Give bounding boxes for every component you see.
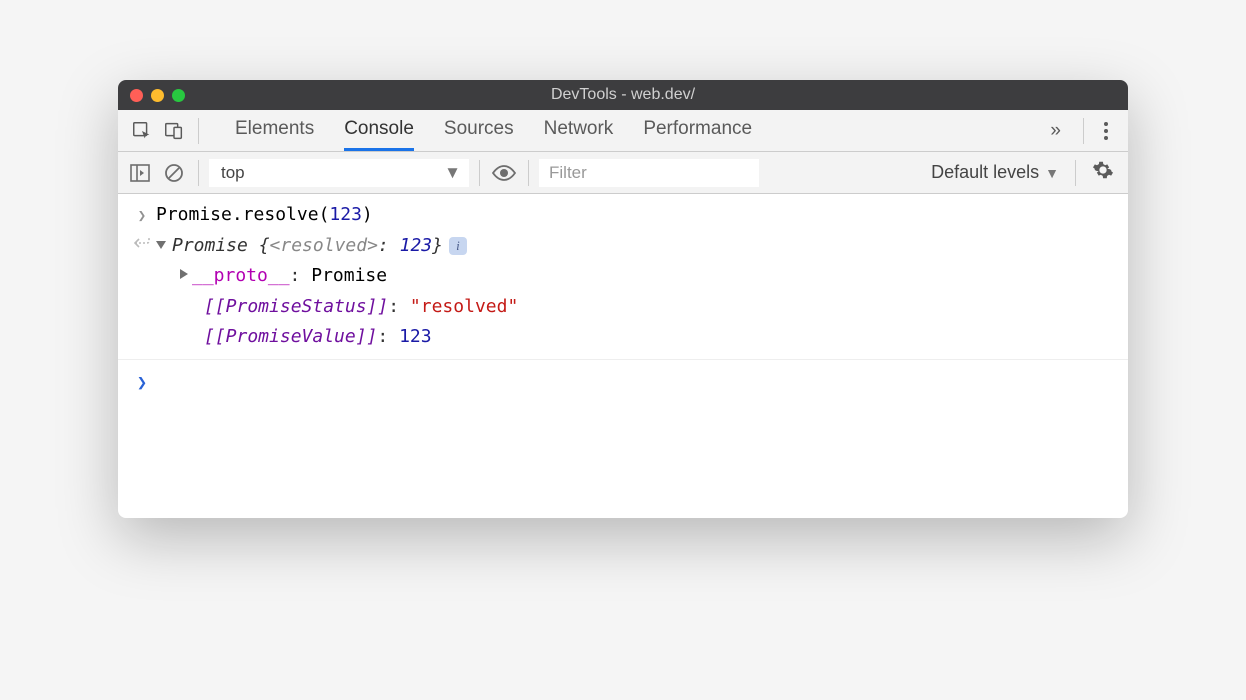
- prompt-chevron-icon: ❯: [128, 366, 156, 398]
- separator: [479, 160, 480, 186]
- info-icon[interactable]: i: [449, 237, 467, 255]
- separator: [198, 160, 199, 186]
- titlebar: DevTools - web.dev/: [118, 80, 1128, 110]
- collapse-arrow-icon[interactable]: [156, 241, 166, 249]
- tab-elements[interactable]: Elements: [235, 110, 314, 151]
- traffic-lights: [130, 89, 185, 102]
- object-header[interactable]: Promise {<resolved>: 123}i: [156, 231, 1118, 262]
- log-levels-selector[interactable]: Default levels ▼: [931, 162, 1059, 183]
- window-title: DevTools - web.dev/: [118, 86, 1128, 104]
- tab-network[interactable]: Network: [544, 110, 614, 151]
- live-expression-icon[interactable]: [490, 159, 518, 187]
- filter-input[interactable]: [539, 159, 759, 187]
- expand-arrow-icon[interactable]: [180, 269, 188, 279]
- device-toolbar-icon[interactable]: [158, 120, 190, 142]
- console-body: ❯ Promise.resolve(123) Promise {<resolve…: [118, 194, 1128, 518]
- separator: [1075, 160, 1076, 186]
- console-prompt-input[interactable]: [156, 366, 1118, 398]
- maximize-window-button[interactable]: [172, 89, 185, 102]
- inspect-element-icon[interactable]: [126, 120, 158, 142]
- console-input-expression: Promise.resolve(123): [156, 200, 1118, 231]
- object-proto-row[interactable]: __proto__: Promise: [180, 261, 1118, 292]
- minimize-window-button[interactable]: [151, 89, 164, 102]
- tab-console[interactable]: Console: [344, 110, 414, 151]
- devtools-toolbar: Elements Console Sources Network Perform…: [118, 110, 1128, 152]
- separator: [198, 118, 199, 144]
- tab-sources[interactable]: Sources: [444, 110, 514, 151]
- console-output-content[interactable]: Promise {<resolved>: 123}i __proto__: Pr…: [156, 231, 1118, 353]
- levels-label: Default levels: [931, 162, 1039, 183]
- console-output-row: Promise {<resolved>: 123}i __proto__: Pr…: [118, 231, 1128, 353]
- console-filter-bar: top ▼ Default levels ▼: [118, 152, 1128, 194]
- clear-console-icon[interactable]: [160, 159, 188, 187]
- kebab-menu-icon[interactable]: [1092, 122, 1120, 140]
- tab-performance[interactable]: Performance: [643, 110, 752, 151]
- separator: [1083, 118, 1084, 144]
- tab-strip: Elements Console Sources Network Perform…: [235, 110, 1036, 151]
- console-prompt-row[interactable]: ❯: [118, 359, 1128, 398]
- dropdown-icon: ▼: [444, 163, 461, 183]
- output-return-icon: [128, 231, 156, 353]
- devtools-window: DevTools - web.dev/ Elements Console Sou…: [118, 80, 1128, 518]
- separator: [528, 160, 529, 186]
- object-status-row[interactable]: [[PromiseStatus]]: "resolved": [204, 292, 1118, 323]
- console-input-row[interactable]: ❯ Promise.resolve(123): [118, 200, 1128, 231]
- console-settings-icon[interactable]: [1092, 159, 1114, 186]
- input-chevron-icon: ❯: [128, 200, 156, 231]
- context-value: top: [221, 163, 245, 183]
- object-value-row[interactable]: [[PromiseValue]]: 123: [204, 322, 1118, 353]
- context-selector[interactable]: top ▼: [209, 159, 469, 187]
- close-window-button[interactable]: [130, 89, 143, 102]
- toggle-sidebar-icon[interactable]: [126, 159, 154, 187]
- more-tabs-button[interactable]: »: [1036, 120, 1075, 142]
- dropdown-icon: ▼: [1045, 165, 1059, 181]
